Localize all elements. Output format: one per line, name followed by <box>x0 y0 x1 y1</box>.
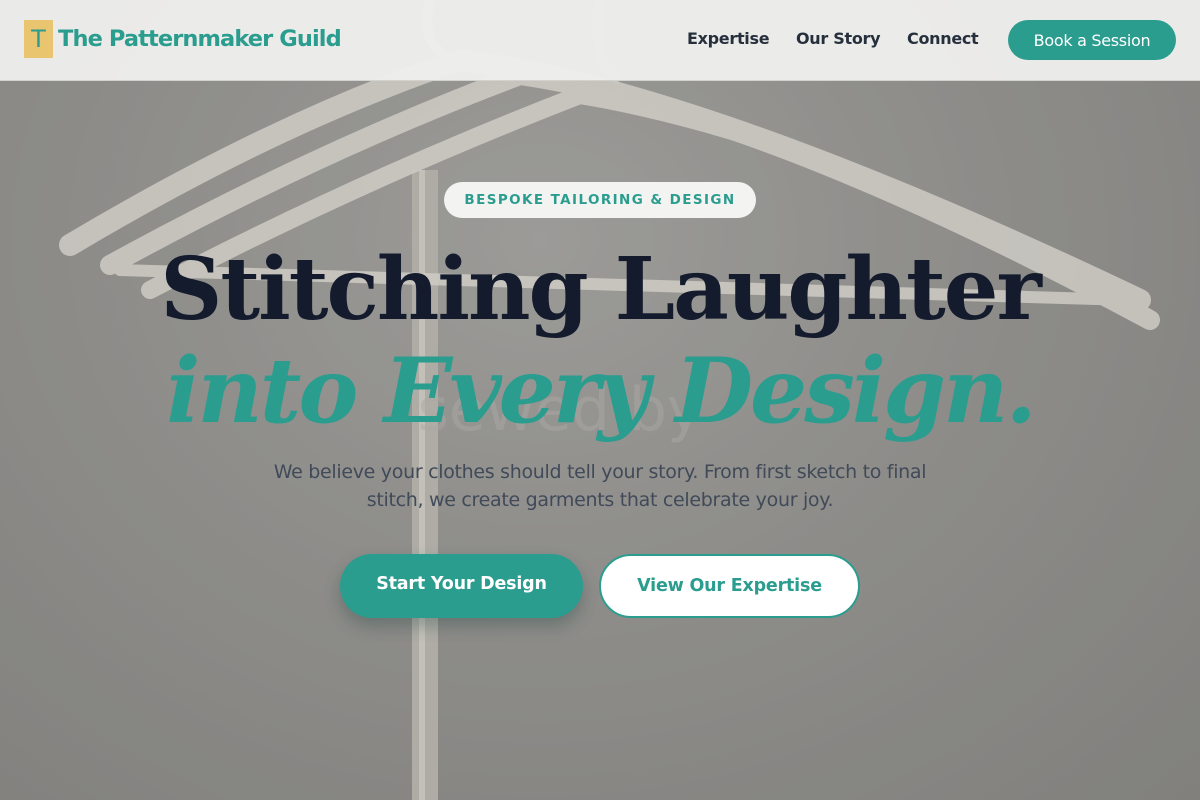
hero-title-line2: into Every Design. <box>166 338 1037 444</box>
hero-title-line1: Stitching Laughter <box>160 239 1042 340</box>
hero-description: We believe your clothes should tell your… <box>273 461 927 511</box>
book-session-button[interactable]: Book a Session <box>1008 20 1176 60</box>
nav-link-connect[interactable]: Connect <box>907 29 979 48</box>
logo-mark-icon: T <box>24 20 53 58</box>
brand-name: The Patternmaker Guild <box>58 26 342 52</box>
hero-badge: BESPOKE TAILORING & DESIGN <box>444 182 756 218</box>
view-expertise-button[interactable]: View Our Expertise <box>599 554 860 618</box>
nav-link-our-story[interactable]: Our Story <box>796 29 881 48</box>
start-design-button[interactable]: Start Your Design <box>340 554 583 618</box>
site-header: T The Patternmaker Guild Expertise Our S… <box>0 0 1200 81</box>
nav-link-expertise[interactable]: Expertise <box>687 29 770 48</box>
brand-logo-link[interactable]: T The Patternmaker Guild <box>24 20 342 58</box>
